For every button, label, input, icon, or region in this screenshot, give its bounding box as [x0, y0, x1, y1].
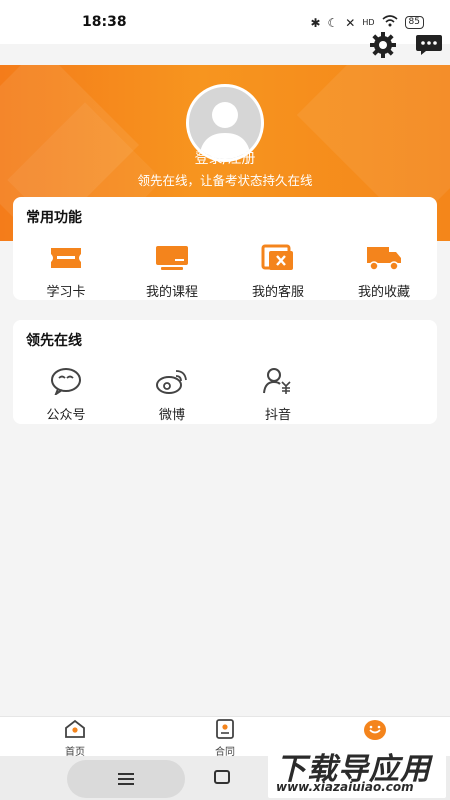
- smile-face-icon: [364, 720, 386, 740]
- customer-service-icon: [261, 244, 293, 270]
- nav-contract[interactable]: 合同: [185, 719, 265, 758]
- item-label: 微博: [158, 408, 185, 423]
- card-title: 领先在线: [26, 333, 82, 349]
- message-button[interactable]: [414, 30, 444, 60]
- watermark: 下载导应用 www.xiazaiuiao.com: [268, 742, 446, 798]
- home-icon: [65, 719, 85, 738]
- settings-button[interactable]: [368, 30, 398, 60]
- tagline: 领先在线，让备考状态持久在线: [137, 173, 313, 188]
- common-functions-card: 常用功能 学习卡 我的课程 我的客服 我的收藏: [13, 197, 437, 300]
- online-channels-card: 领先在线 公众号 微博 抖音: [13, 320, 437, 424]
- wifi-icon: [382, 15, 398, 30]
- login-register-link[interactable]: 登录/注册: [0, 148, 450, 168]
- official-account-item[interactable]: 公众号: [13, 366, 119, 423]
- delivery-truck-icon: [367, 247, 401, 271]
- bluetooth-icon: ✱: [310, 15, 321, 30]
- ticket-card-icon: [51, 248, 81, 268]
- mute-icon: ✕: [345, 15, 356, 30]
- card-title: 常用功能: [26, 210, 82, 226]
- item-label: 我的收藏: [357, 285, 410, 300]
- wechat-icon: [51, 368, 81, 395]
- item-label: 我的课程: [145, 285, 198, 300]
- moon-icon: ☾: [327, 15, 339, 30]
- status-icons: ✱ ☾ ✕ HD 85: [310, 15, 424, 30]
- study-card-item[interactable]: 学习卡: [13, 243, 119, 300]
- my-favorites-item[interactable]: 我的收藏: [331, 243, 437, 300]
- watermark-url: www.xiazaiuiao.com: [276, 780, 414, 794]
- douyin-icon: [263, 368, 291, 394]
- gear-icon: [370, 32, 396, 58]
- weibo-icon: [156, 370, 187, 394]
- item-label: 抖音: [264, 408, 291, 423]
- contract-icon: [216, 719, 234, 739]
- customer-service-item[interactable]: 我的客服: [225, 243, 331, 300]
- menu-icon: [118, 773, 134, 785]
- chat-bubble-icon: [416, 35, 442, 55]
- my-courses-item[interactable]: 我的课程: [119, 243, 225, 300]
- recent-apps-button[interactable]: [67, 760, 185, 798]
- weibo-item[interactable]: 微博: [119, 366, 225, 423]
- nav-home[interactable]: 首页: [35, 719, 115, 758]
- item-label: 我的客服: [251, 285, 304, 300]
- battery-indicator: 85: [404, 16, 424, 29]
- douyin-item[interactable]: 抖音: [225, 366, 331, 423]
- item-label: 公众号: [46, 408, 86, 423]
- item-label: 学习卡: [46, 285, 86, 300]
- header-actions: [368, 30, 444, 60]
- home-square-button[interactable]: [214, 770, 230, 784]
- status-time: 18:38: [82, 14, 127, 30]
- network-label: HD: [362, 18, 375, 27]
- monitor-icon: [156, 246, 188, 270]
